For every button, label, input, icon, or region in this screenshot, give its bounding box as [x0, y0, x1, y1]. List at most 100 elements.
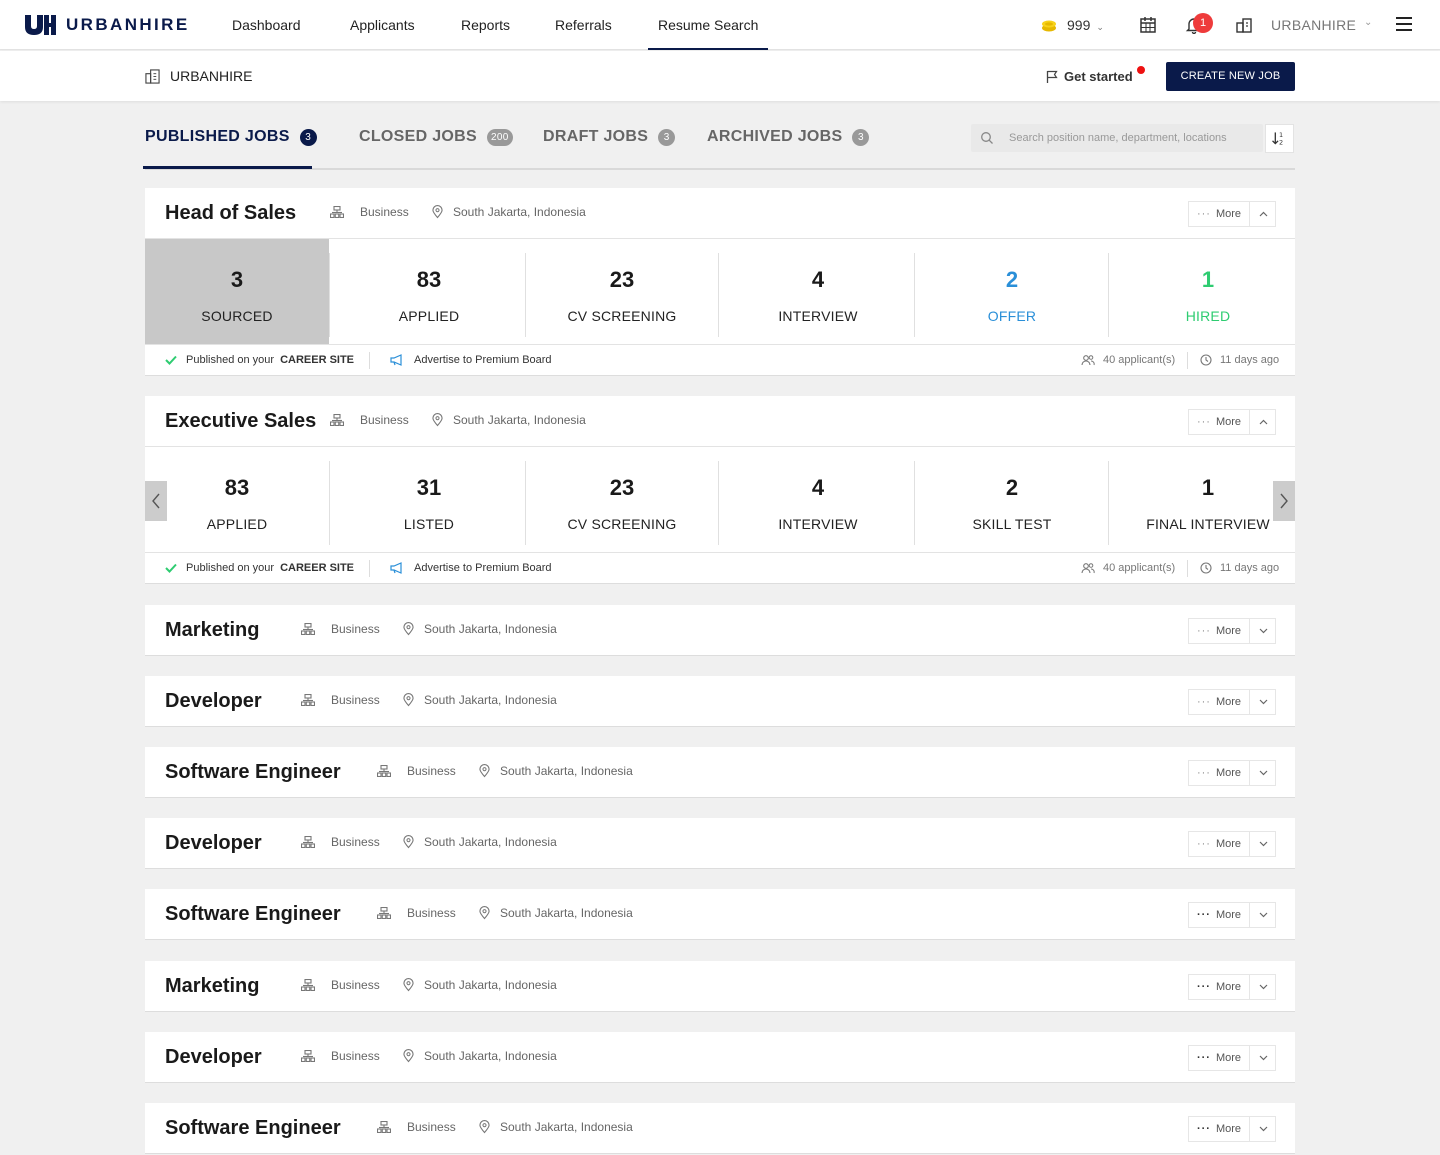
- get-started-link[interactable]: Get started: [1046, 66, 1145, 84]
- more-button[interactable]: ··· More: [1188, 974, 1250, 1000]
- pipeline-stage-interview[interactable]: 4 INTERVIEW: [730, 239, 906, 344]
- department-label: Business: [331, 693, 380, 707]
- expand-button[interactable]: [1249, 689, 1276, 715]
- job-card: Marketing Business South Jakarta, Indonesi…: [145, 605, 1295, 656]
- pipeline-stage-applied[interactable]: 83 APPLIED: [145, 447, 329, 552]
- tab-draft-jobs[interactable]: DRAFT JOBS 3: [543, 128, 676, 146]
- department-icon: [377, 907, 391, 919]
- job-title[interactable]: Developer: [165, 832, 262, 855]
- job-title[interactable]: Developer: [165, 690, 262, 713]
- expand-button[interactable]: [1249, 902, 1276, 928]
- tab-closed-jobs[interactable]: CLOSED JOBS 200: [359, 128, 513, 146]
- more-button[interactable]: ··· More: [1188, 409, 1250, 435]
- job-card-footer: Published on your CAREER SITE Advertise to…: [145, 344, 1295, 375]
- nav-dashboard[interactable]: Dashboard: [232, 0, 301, 50]
- nav-resume-search[interactable]: Resume Search: [648, 0, 769, 50]
- more-button[interactable]: ··· More: [1188, 1116, 1250, 1142]
- job-title[interactable]: Executive Sales: [165, 410, 316, 433]
- create-new-job-button[interactable]: CREATE NEW JOB: [1166, 62, 1295, 91]
- tab-published-jobs[interactable]: PUBLISHED JOBS 3: [145, 128, 317, 146]
- advertise-premium-link[interactable]: Advertise to Premium Board: [390, 562, 552, 574]
- expand-button[interactable]: [1249, 974, 1276, 1000]
- pipeline-stage-final-interview[interactable]: 1 FINAL INTERVIEW: [1120, 447, 1296, 552]
- stage-divider: [329, 253, 330, 337]
- nav-referrals[interactable]: Referrals: [555, 0, 612, 50]
- more-button[interactable]: ··· More: [1188, 618, 1250, 644]
- pipeline-stage-cv-screening[interactable]: 23 CV SCREENING: [534, 239, 710, 344]
- more-button[interactable]: ··· More: [1188, 831, 1250, 857]
- stage-divider: [525, 461, 526, 545]
- job-title[interactable]: Software Engineer: [165, 1117, 341, 1140]
- expand-button[interactable]: [1249, 760, 1276, 786]
- chevron-right-icon: [1280, 493, 1288, 509]
- expand-button[interactable]: [1249, 1116, 1276, 1142]
- career-site-link[interactable]: CAREER SITE: [280, 354, 354, 366]
- expand-button[interactable]: [1249, 831, 1276, 857]
- applicant-count[interactable]: 40 applicant(s): [1081, 354, 1175, 366]
- pipeline-stage-skill-test[interactable]: 2 SKILL TEST: [924, 447, 1100, 552]
- location-label: South Jakarta, Indonesia: [500, 1120, 633, 1134]
- building-icon: [145, 68, 160, 84]
- pipeline-stage-listed[interactable]: 31 LISTED: [341, 447, 517, 552]
- nav-reports[interactable]: Reports: [461, 0, 510, 50]
- more-button[interactable]: ··· More: [1188, 902, 1250, 928]
- more-dots-icon: ···: [1196, 207, 1211, 220]
- pipeline-stage-applied[interactable]: 83 APPLIED: [341, 239, 517, 344]
- advertise-premium-link[interactable]: Advertise to Premium Board: [390, 354, 552, 366]
- more-button[interactable]: ··· More: [1188, 1045, 1250, 1071]
- job-title[interactable]: Head of Sales: [165, 202, 296, 225]
- job-title[interactable]: Software Engineer: [165, 761, 341, 784]
- tab-label: CLOSED JOBS: [359, 128, 477, 145]
- carousel-next-button[interactable]: [1273, 481, 1295, 521]
- more-dots-icon: ···: [1196, 980, 1211, 993]
- more-label: More: [1215, 416, 1242, 428]
- job-card: Software Engineer Business South Jakarta, …: [145, 889, 1295, 940]
- job-status-tabs: PUBLISHED JOBS 3 CLOSED JOBS 200 DRAFT J…: [143, 110, 1295, 170]
- pipeline-stage-offer[interactable]: 2 OFFER: [924, 239, 1100, 344]
- chevron-down-icon[interactable]: ⌄: [1364, 17, 1372, 28]
- job-title[interactable]: Marketing: [165, 975, 259, 998]
- search-input[interactable]: [1009, 124, 1259, 152]
- get-started-label: Get started: [1064, 69, 1133, 84]
- stage-label: APPLIED: [206, 516, 268, 532]
- hamburger-menu-icon[interactable]: [1396, 17, 1412, 31]
- nav-applicants[interactable]: Applicants: [350, 0, 415, 50]
- pipeline-stage-sourced[interactable]: 3 SOURCED: [145, 239, 329, 344]
- company-switcher[interactable]: URBANHIRE: [1271, 17, 1356, 33]
- expand-button[interactable]: [1249, 1045, 1276, 1071]
- career-site-link[interactable]: CAREER SITE: [280, 562, 354, 574]
- department-icon: [301, 836, 315, 848]
- more-label: More: [1215, 625, 1242, 637]
- tab-count-badge: 3: [658, 128, 676, 146]
- expand-button[interactable]: [1249, 618, 1276, 644]
- brand-logo[interactable]: URBANHIRE: [24, 14, 190, 35]
- stage-label: SOURCED: [201, 308, 273, 324]
- pipeline-stage-interview[interactable]: 4 INTERVIEW: [730, 447, 906, 552]
- job-department: Business: [301, 835, 380, 849]
- users-icon: [1081, 355, 1095, 366]
- collapse-button[interactable]: [1249, 201, 1276, 227]
- location-pin-icon: [432, 413, 443, 427]
- credits-dropdown[interactable]: 999 ⌄: [1067, 17, 1104, 33]
- location-pin-icon: [403, 1049, 414, 1063]
- location-pin-icon: [403, 978, 414, 992]
- more-button[interactable]: ··· More: [1188, 201, 1250, 227]
- location-label: South Jakarta, Indonesia: [453, 205, 586, 219]
- location-label: South Jakarta, Indonesia: [453, 413, 586, 427]
- carousel-prev-button[interactable]: [145, 481, 167, 521]
- pipeline-stage-cv-screening[interactable]: 23 CV SCREENING: [534, 447, 710, 552]
- sort-button[interactable]: 1 2: [1265, 124, 1294, 153]
- job-title[interactable]: Marketing: [165, 619, 259, 642]
- collapse-button[interactable]: [1249, 409, 1276, 435]
- tab-archived-jobs[interactable]: ARCHIVED JOBS 3: [707, 128, 870, 146]
- applicant-count[interactable]: 40 applicant(s): [1081, 562, 1175, 574]
- pipeline-stage-hired[interactable]: 1 HIRED: [1120, 239, 1296, 344]
- job-department: Business: [377, 906, 456, 920]
- more-button[interactable]: ··· More: [1188, 760, 1250, 786]
- more-button[interactable]: ··· More: [1188, 689, 1250, 715]
- job-location: South Jakarta, Indonesia: [432, 205, 586, 219]
- job-title[interactable]: Software Engineer: [165, 903, 341, 926]
- calendar-icon[interactable]: [1139, 16, 1157, 34]
- posted-time: 11 days ago: [1200, 354, 1279, 366]
- job-title[interactable]: Developer: [165, 1046, 262, 1069]
